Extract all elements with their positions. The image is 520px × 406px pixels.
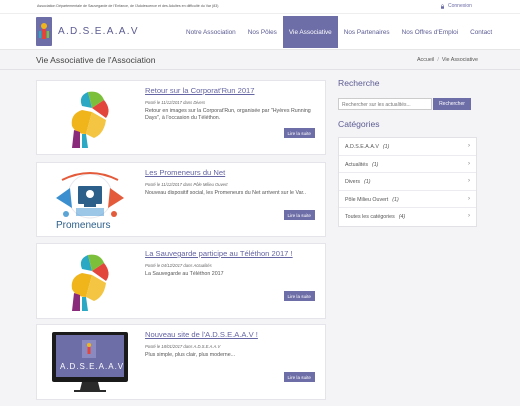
site-logo[interactable]: [36, 17, 52, 46]
article-thumbnail[interactable]: [42, 86, 138, 150]
main-menu: Notre Association Nos Pôles Vie Associat…: [180, 16, 498, 48]
article-meta: Posté le 18/01/2017 dans A.D.S.E.A.A.V: [145, 344, 221, 349]
breadcrumb-home[interactable]: Accueil: [417, 57, 434, 63]
category-count: (4): [398, 214, 406, 220]
search-input[interactable]: Rechercher sur les actualités...: [338, 98, 432, 110]
read-more-button[interactable]: Lire la suite: [283, 128, 315, 138]
category-count: (1): [364, 179, 371, 185]
login-link[interactable]: Connexion: [440, 3, 472, 9]
article-meta: Posté le 11/12/2017 dans Pôle Milieu Ouv…: [145, 182, 228, 187]
category-item[interactable]: Divers (1) ›: [339, 173, 476, 191]
category-item[interactable]: Pôle Milieu Ouvert (1) ›: [339, 191, 476, 208]
categories-heading: Catégories: [338, 119, 380, 129]
category-count: (1): [371, 161, 379, 168]
chevron-right-icon: ›: [468, 178, 470, 184]
top-bar: Association Départementale de Sauvegarde…: [0, 0, 520, 14]
category-list: A.D.S.E.A.A.V (1) › Actualités (1) › Diver…: [338, 137, 477, 227]
category-name: Pôle Milieu Ouvert: [345, 196, 389, 203]
menu-item-nos-poles[interactable]: Nos Pôles: [242, 16, 283, 48]
brand-name[interactable]: A.D.S.E.A.A.V: [58, 26, 139, 37]
menu-item-vie-associative[interactable]: Vie Associative: [282, 16, 338, 48]
search-heading: Recherche: [338, 78, 380, 88]
chevron-right-icon: ›: [468, 160, 470, 167]
login-label: Connexion: [448, 3, 472, 9]
article-excerpt: Retour en images sur la Corporat'Run, or…: [145, 108, 311, 122]
read-more-button[interactable]: Lire la suite: [283, 210, 315, 220]
breadcrumb: Accueil / Vie Associative: [417, 57, 478, 63]
category-item[interactable]: Toutes les catégories (4) ›: [339, 208, 476, 226]
chevron-right-icon: ›: [468, 143, 470, 149]
category-name: Actualités: [345, 161, 368, 168]
category-name: Toutes les catégories: [345, 214, 395, 220]
logo-icon: [36, 17, 52, 46]
article-title-link[interactable]: Retour sur la Corporat'Run 2017: [145, 86, 255, 95]
article-thumbnail[interactable]: A.D.S.E.A.A.V: [42, 330, 138, 394]
breadcrumb-current: Vie Associative: [441, 57, 478, 63]
menu-item-offres-emploi[interactable]: Nos Offres d'Emploi: [396, 16, 465, 48]
category-item[interactable]: Actualités (1) ›: [339, 156, 476, 173]
article-card: A.D.S.E.A.A.V Nouveau site de l'A.D.S.E.…: [36, 324, 326, 400]
page-header: Vie Associative de l'Association Accueil…: [0, 50, 520, 70]
article-title-link[interactable]: Nouveau site de l'A.D.S.E.A.A.V !: [145, 330, 258, 339]
page-title: Vie Associative de l'Association: [36, 55, 156, 65]
article-thumbnail[interactable]: Promeneurs: [42, 168, 138, 232]
monitor-brand-text: A.D.S.E.A.A.V: [60, 362, 125, 371]
colorful-logo-icon: [71, 254, 109, 311]
sidebar: Recherche Rechercher sur les actualités.…: [338, 78, 478, 227]
article-title-link[interactable]: Les Promeneurs du Net: [145, 168, 225, 177]
menu-item-contact[interactable]: Contact: [464, 16, 498, 48]
read-more-button[interactable]: Lire la suite: [283, 291, 315, 301]
article-excerpt: Nouveau dispositif social, les Promeneur…: [145, 190, 306, 196]
category-name: Divers: [345, 179, 361, 185]
category-count: (1): [392, 196, 399, 203]
search-form: Rechercher sur les actualités... Recherc…: [338, 98, 478, 110]
category-count: (1): [382, 144, 390, 150]
chevron-right-icon: ›: [468, 213, 470, 219]
article-excerpt: La Sauvegarde au Téléthon 2017: [145, 271, 224, 277]
article-meta: Posté le 11/12/2017 dans Divers: [145, 100, 206, 105]
menu-item-nos-partenaires[interactable]: Nos Partenaires: [338, 16, 396, 48]
category-item[interactable]: A.D.S.E.A.A.V (1) ›: [339, 138, 476, 156]
chevron-right-icon: ›: [468, 195, 470, 202]
lock-icon: [441, 3, 444, 9]
article-excerpt: Plus simple, plus clair, plus moderne...: [145, 352, 236, 358]
article-meta: Posté le 04/12/2017 dans Actualités: [145, 263, 212, 268]
article-thumbnail[interactable]: [42, 249, 138, 313]
breadcrumb-separator: /: [437, 57, 439, 63]
colorful-logo-icon: [71, 91, 109, 148]
thumbnail-caption: Promeneurs: [56, 220, 111, 231]
article-card: La Sauvegarde participe au Téléthon 2017…: [36, 243, 326, 319]
article-card: Retour sur la Corporat'Run 2017 Posté le…: [36, 80, 326, 155]
association-full-name: Association Départementale de Sauvegarde…: [37, 4, 219, 8]
search-button[interactable]: Rechercher: [433, 98, 471, 110]
article-title-link[interactable]: La Sauvegarde participe au Téléthon 2017…: [145, 249, 293, 258]
category-name: A.D.S.E.A.A.V: [345, 144, 379, 150]
article-card: Promeneurs Les Promeneurs du Net Posté l…: [36, 162, 326, 237]
read-more-button[interactable]: Lire la suite: [283, 372, 315, 382]
menu-item-notre-association[interactable]: Notre Association: [180, 16, 242, 48]
